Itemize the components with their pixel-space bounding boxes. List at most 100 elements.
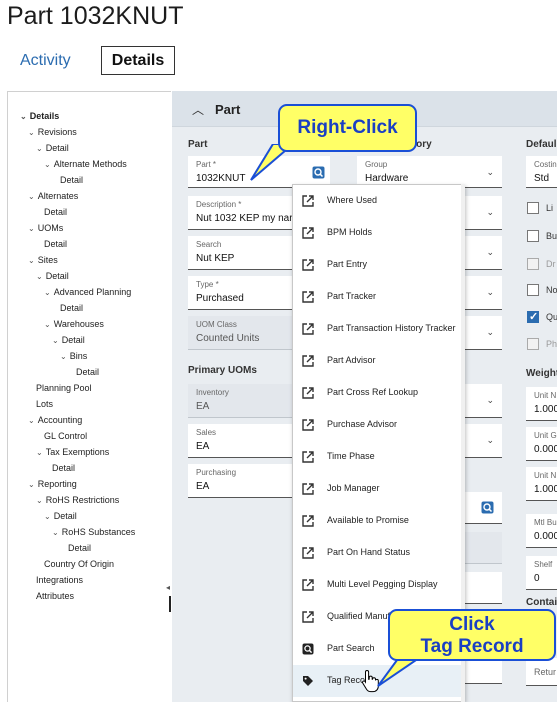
tree-item-detail[interactable]: Detail [60, 303, 83, 313]
category-field-2[interactable]: ⌄ [465, 196, 502, 230]
purchasing-uom-field[interactable]: Purchasing EA [188, 464, 293, 498]
checkbox-4[interactable] [527, 284, 539, 296]
menu-item-bpm-holds[interactable]: BPM Holds [293, 217, 464, 249]
tree-item-alternates[interactable]: ⌄ Alternates [28, 191, 78, 201]
tab-activity[interactable]: Activity [20, 52, 71, 70]
checkbox-4-label: No [546, 285, 557, 295]
unit-field-3[interactable]: Unit N 1.000 [526, 467, 557, 501]
menu-item-part-entry[interactable]: Part Entry [293, 249, 464, 281]
caret-down-icon: ⌄ [44, 160, 51, 169]
tree-item-details[interactable]: ⌄ Details [20, 111, 59, 121]
tree-item-detail[interactable]: ⌄ Detail [36, 143, 69, 153]
menu-item-available-to-promise[interactable]: Available to Promise [293, 505, 464, 537]
menu-item-part-advisor[interactable]: Part Advisor [293, 345, 464, 377]
tree-item-revisions[interactable]: ⌄ Revisions [28, 127, 77, 137]
mtl-burden-field[interactable]: Mtl Bu 0.000 [526, 514, 557, 548]
sales-uom-label: Sales [196, 428, 217, 437]
menu-item-purchase-advisor[interactable]: Purchase Advisor [293, 409, 464, 441]
return-field[interactable]: Retur [526, 658, 557, 686]
tree-item-alternate-methods[interactable]: ⌄ Alternate Methods [44, 159, 127, 169]
shelf-life-field[interactable]: Shelf 0 [526, 556, 557, 590]
menu-item-label: Where Used [327, 195, 378, 205]
menu-item-where-used[interactable]: Where Used [293, 185, 464, 217]
checkbox-2[interactable] [527, 230, 539, 242]
menu-item-label: BPM Holds [327, 227, 373, 237]
tree-item-rohs-substances[interactable]: ⌄ RoHS Substances [52, 527, 135, 537]
chevron-down-icon: ⌄ [486, 207, 494, 217]
menu-item-part-cross-ref-lookup[interactable]: Part Cross Ref Lookup [293, 377, 464, 409]
external-link-icon [302, 291, 314, 303]
menu-item-job-manager[interactable]: Job Manager [293, 473, 464, 505]
caret-down-icon: ⌄ [52, 336, 59, 345]
tree-item-country-of-origin[interactable]: Country Of Origin [44, 559, 114, 569]
tree-item-attributes[interactable]: Attributes [36, 591, 74, 601]
tree-item-uoms[interactable]: ⌄ UOMs [28, 223, 63, 233]
menu-item-label: Part Cross Ref Lookup [327, 387, 419, 397]
menu-item-multi-level-pegging-display[interactable]: Multi Level Pegging Display [293, 569, 464, 601]
costing-field-value: Std [534, 173, 550, 184]
tree-item-tax-exemptions[interactable]: ⌄ Tax Exemptions [36, 447, 109, 457]
tree-item-advanced-planning[interactable]: ⌄ Advanced Planning [44, 287, 131, 297]
tree-item-sites[interactable]: ⌄ Sites [28, 255, 58, 265]
panel-splitter[interactable] [169, 596, 171, 612]
type-field[interactable]: Type * Purchased [188, 276, 293, 310]
tree-item-rohs-restrictions[interactable]: ⌄ RoHS Restrictions [36, 495, 119, 505]
tree-item-detail[interactable]: Detail [44, 207, 67, 217]
caret-down-icon: ⌄ [44, 320, 51, 329]
tree-item-detail[interactable]: ⌄ Detail [44, 511, 77, 521]
group-label-part: Part [188, 139, 208, 150]
menu-item-part-transaction-history-tracker[interactable]: Part Transaction History Tracker [293, 313, 464, 345]
unit-field-1-value: 1.000 [534, 404, 557, 415]
unit-field-1[interactable]: Unit N 1.000 [526, 387, 557, 421]
description-field[interactable]: Description * Nut 1032 KEP my nar [188, 196, 293, 230]
collapse-arrow-icon[interactable]: ◂ [166, 583, 170, 592]
tree-item-detail[interactable]: ⌄ Detail [36, 271, 69, 281]
unit-field-1-label: Unit N [534, 391, 557, 400]
search-field[interactable]: Search Nut KEP [188, 236, 293, 270]
external-link-icon [302, 387, 314, 399]
tree-item-detail[interactable]: Detail [44, 239, 67, 249]
tree-item-detail[interactable]: Detail [76, 367, 99, 377]
caret-down-icon: ⌄ [44, 288, 51, 297]
menu-item-label: Tag Reco [327, 675, 366, 685]
tree-item-accounting[interactable]: ⌄ Accounting [28, 415, 82, 425]
category-field-5[interactable]: ⌄ [465, 316, 502, 350]
menu-item-part-tracker[interactable]: Part Tracker [293, 281, 464, 313]
part-field-label: Part * [196, 160, 217, 169]
tree-item-gl-control[interactable]: GL Control [44, 431, 87, 441]
lookup-search-icon[interactable] [481, 501, 494, 514]
tree-item-detail[interactable]: ⌄ Detail [52, 335, 85, 345]
chevron-down-icon: ⌄ [486, 287, 494, 297]
tree-item-planning-pool[interactable]: Planning Pool [36, 383, 92, 393]
unit-field-2[interactable]: Unit G 0.000 [526, 427, 557, 461]
tree-item-lots[interactable]: Lots [36, 399, 53, 409]
category-field-10[interactable] [465, 572, 502, 604]
tree-item-bins[interactable]: ⌄ Bins [60, 351, 87, 361]
callout-click-line2: Tag Record [420, 636, 524, 657]
category-field-7[interactable]: ⌄ [465, 424, 502, 458]
costing-field[interactable]: Costin Std [526, 156, 557, 188]
tab-details[interactable]: Details [101, 46, 175, 75]
tree-item-integrations[interactable]: Integrations [36, 575, 83, 585]
group-label-defaults: Defaul [526, 139, 557, 150]
menu-item-time-phase[interactable]: Time Phase [293, 441, 464, 473]
tree-item-detail[interactable]: Detail [60, 175, 83, 185]
category-field-3[interactable]: ⌄ [465, 236, 502, 270]
caret-down-icon: ⌄ [36, 272, 43, 281]
checkbox-5-label: Qu [546, 312, 557, 322]
sales-uom-field[interactable]: Sales EA [188, 424, 293, 458]
external-link-icon [302, 259, 314, 271]
tree-item-detail[interactable]: Detail [52, 463, 75, 473]
tree-item-warehouses[interactable]: ⌄ Warehouses [44, 319, 104, 329]
external-link-icon [302, 451, 314, 463]
tree-item-reporting[interactable]: ⌄ Reporting [28, 479, 77, 489]
category-field-4[interactable]: ⌄ [465, 276, 502, 310]
tree-item-detail[interactable]: Detail [68, 543, 91, 553]
chevron-up-icon[interactable]: ︿ [192, 101, 204, 118]
part-search-icon[interactable] [312, 166, 325, 179]
checkbox-1[interactable] [527, 202, 539, 214]
checkbox-5[interactable] [527, 310, 539, 323]
menu-item-part-on-hand-status[interactable]: Part On Hand Status [293, 537, 464, 569]
category-field-6[interactable]: ⌄ [465, 384, 502, 418]
menu-item-label: Multi Level Pegging Display [327, 579, 438, 589]
